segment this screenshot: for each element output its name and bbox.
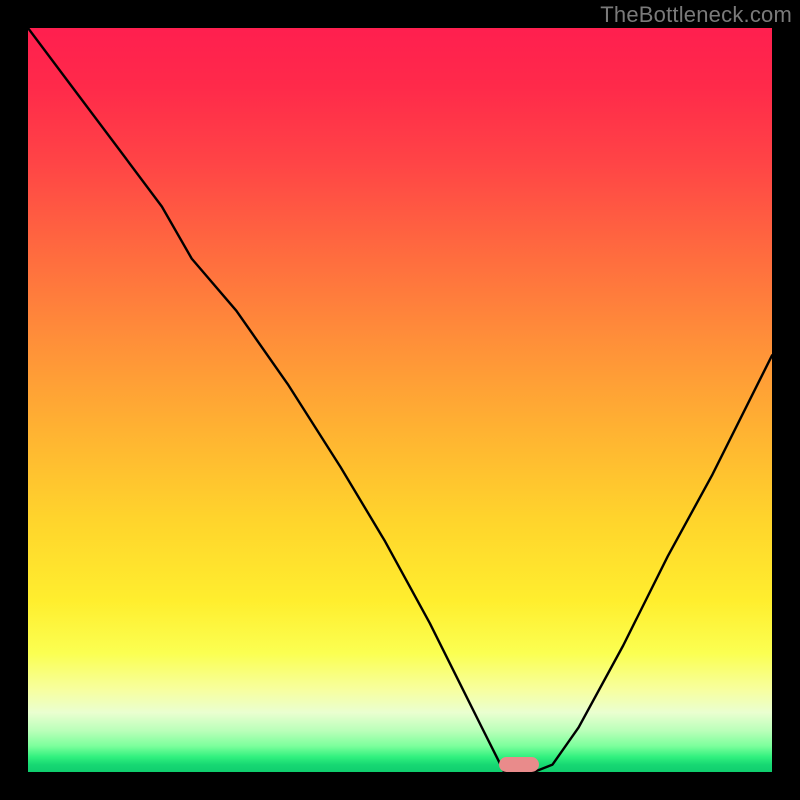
watermark-text: TheBottleneck.com <box>600 2 792 28</box>
chart-frame: TheBottleneck.com <box>0 0 800 800</box>
optimal-range-marker <box>499 757 540 772</box>
bottleneck-curve <box>28 28 772 772</box>
curve-svg <box>28 28 772 772</box>
plot-area <box>28 28 772 772</box>
